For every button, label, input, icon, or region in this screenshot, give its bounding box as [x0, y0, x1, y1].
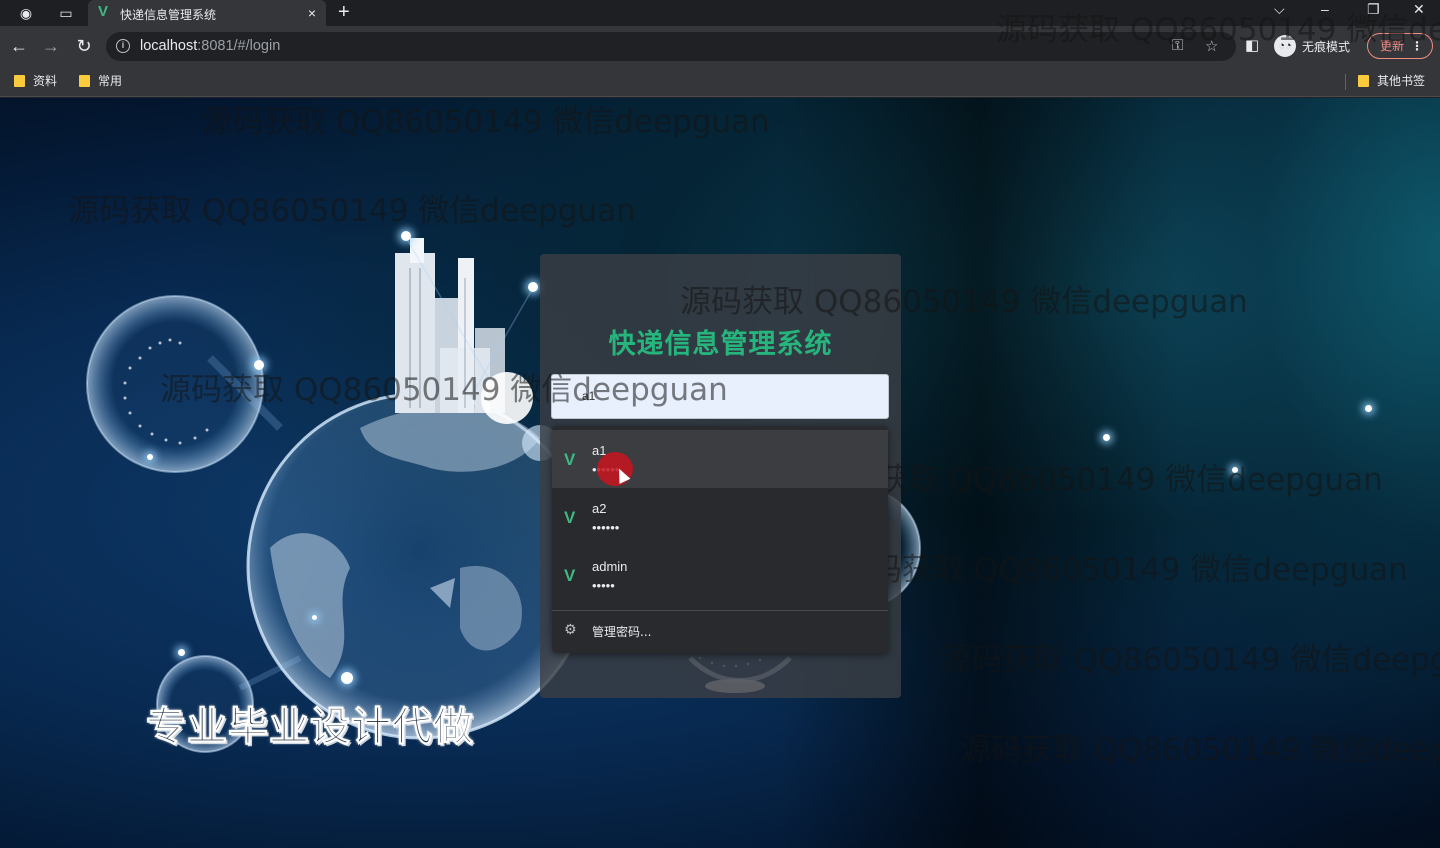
- forward-arrow-icon[interactable]: →: [40, 35, 62, 57]
- watermark: 源码获取 QQ86050149 微信deepguan: [815, 462, 1383, 498]
- folder-icon: [14, 74, 25, 87]
- manage-passwords-item[interactable]: ⚙ 管理密码...: [552, 612, 888, 650]
- watermark: 源码获取 QQ86050149 微信deepguan: [160, 372, 728, 408]
- bookmarks-bar: 资料 常用 其他书签: [0, 66, 1440, 97]
- glow-star: [341, 672, 353, 684]
- watermark: 源码获取 QQ86050149 微信deepguan: [68, 193, 636, 229]
- watermark: 源码获取 QQ86050149 微信deepguan: [680, 284, 1248, 320]
- bookmark-label: 资料: [33, 74, 58, 88]
- folder-icon: [1358, 74, 1369, 87]
- vue-logo-icon: V: [98, 3, 109, 20]
- watermark: 源码获取 QQ86050149 微信deepguan: [840, 552, 1408, 588]
- autofill-username: a2: [592, 501, 607, 516]
- glow-star: [528, 282, 538, 292]
- site-info-icon[interactable]: i: [116, 39, 130, 53]
- tab-search-icon[interactable]: ▭: [56, 3, 76, 23]
- autofill-divider: [552, 610, 888, 611]
- tab-active[interactable]: V 快递信息管理系统 ×: [88, 0, 326, 26]
- click-indicator: [597, 452, 633, 486]
- watermark: 源码获取 QQ86050149 微信deepguan: [996, 12, 1440, 48]
- autofill-password: •••••: [592, 578, 615, 593]
- back-arrow-icon[interactable]: ←: [8, 35, 30, 57]
- glow-star: [147, 454, 153, 460]
- vue-logo-icon: V: [564, 566, 576, 585]
- browser-menu-icon[interactable]: ◉: [16, 3, 36, 23]
- glow-star: [312, 615, 317, 620]
- autofill-username: admin: [592, 559, 628, 574]
- watermark: 源码获取 QQ86050149 微信deepguan: [940, 642, 1440, 678]
- bookmark-folder-1[interactable]: 资料: [14, 72, 57, 89]
- new-tab-button[interactable]: +: [338, 1, 350, 24]
- manage-passwords-label: 管理密码...: [592, 625, 652, 639]
- glow-star: [1103, 434, 1110, 441]
- bookmark-label: 常用: [98, 74, 123, 88]
- autofill-password: ••••••: [592, 520, 620, 535]
- glow-star: [1365, 405, 1372, 412]
- promo-text: 专业毕业设计代做: [146, 704, 474, 751]
- watermark: 源码获取 QQ86050149 微信deepguan: [960, 732, 1440, 768]
- glow-star: [178, 649, 185, 656]
- reload-icon[interactable]: ↻: [73, 35, 95, 57]
- autofill-option[interactable]: V admin •••••: [552, 546, 888, 604]
- tab-title: 快递信息管理系统: [120, 8, 217, 22]
- watermark: 源码获取 QQ86050149 微信deepguan: [202, 104, 770, 140]
- vue-logo-icon: V: [564, 450, 576, 469]
- tab-close-icon[interactable]: ×: [308, 4, 316, 22]
- other-bookmarks[interactable]: 其他书签: [1358, 72, 1425, 89]
- gear-icon: ⚙: [564, 621, 577, 637]
- url-text: localhost:8081/#/login: [140, 38, 281, 54]
- vue-logo-icon: V: [564, 508, 576, 527]
- folder-icon: [79, 74, 90, 87]
- other-bookmarks-label: 其他书签: [1377, 74, 1426, 88]
- login-title: 快递信息管理系统: [608, 329, 833, 360]
- glow-star: [401, 231, 411, 241]
- bookmarks-divider: [1345, 74, 1346, 90]
- bookmark-folder-2[interactable]: 常用: [79, 72, 122, 89]
- autofill-option[interactable]: V a2 ••••••: [552, 488, 888, 546]
